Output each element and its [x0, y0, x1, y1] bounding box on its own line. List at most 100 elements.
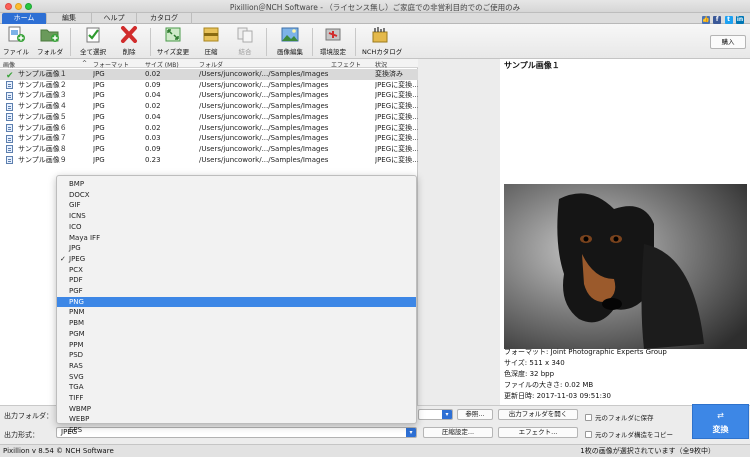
- format-option-docx[interactable]: DOCX: [57, 190, 416, 201]
- column-header-effect[interactable]: エフェクト: [331, 60, 361, 69]
- image-edit-button[interactable]: 画像編集: [273, 26, 307, 57]
- format-option-ppm[interactable]: PPM: [57, 340, 416, 351]
- format-option-jpg[interactable]: JPG: [57, 243, 416, 254]
- resize-icon: [163, 26, 183, 43]
- tab-help[interactable]: ヘルプ: [92, 13, 137, 24]
- format-dropdown-menu[interactable]: BMP DOCX GIF ICNS ICO Maya IFF JPG ✓ JPEG PCX PDF P…: [56, 175, 417, 434]
- status-selection: 1枚の画像が選択されています（全9枚中）: [580, 447, 715, 455]
- table-row[interactable]: サンプル画像２ JPG 0.09/Users/juncowork/.../Sampl…: [0, 80, 418, 91]
- table-row[interactable]: サンプル画像３ JPG 0.04/Users/juncowork/.../Sampl…: [0, 90, 418, 101]
- cell-size: 0.09: [145, 80, 161, 89]
- open-output-folder-button[interactable]: 出力フォルダを開く: [498, 409, 578, 420]
- status-bar: Pixillion v 8.54 © NCH Software 1枚の画像が選択…: [0, 444, 750, 457]
- tab-home[interactable]: ホーム: [2, 13, 47, 24]
- copy-folder-structure-checkbox[interactable]: 元のフォルダ構造をコピー: [585, 429, 673, 439]
- format-option-ras[interactable]: RAS: [57, 361, 416, 372]
- cell-folder: /Users/juncowork/.../Samples/Images: [199, 102, 329, 111]
- compress-button[interactable]: 圧縮: [198, 26, 224, 57]
- preview-file-size: ファイルの大きさ: 0.02 MB: [504, 381, 594, 389]
- toolbar-separator: [312, 28, 313, 56]
- twitter-icon[interactable]: t: [724, 16, 733, 24]
- tab-catalog[interactable]: カタログ: [137, 13, 192, 24]
- table-row[interactable]: サンプル画像４ JPG 0.02/Users/juncowork/.../Sampl…: [0, 101, 418, 112]
- format-option-gif[interactable]: GIF: [57, 200, 416, 211]
- settings-button[interactable]: 環境設定: [318, 26, 348, 57]
- convert-button[interactable]: ⇄ 変換: [692, 404, 749, 439]
- format-option-svg[interactable]: SVG: [57, 372, 416, 383]
- add-folder-button[interactable]: フォルダ: [36, 26, 64, 57]
- format-option-pcx[interactable]: PCX: [57, 265, 416, 276]
- cell-name: サンプル画像３: [18, 91, 67, 100]
- format-option-icns[interactable]: ICNS: [57, 211, 416, 222]
- cell-folder: /Users/juncowork/.../Samples/Images: [199, 80, 329, 89]
- cell-status: JPEGに変換…値: [375, 123, 418, 132]
- format-option-pgf[interactable]: PGF: [57, 286, 416, 297]
- select-all-button[interactable]: 全て選択: [78, 26, 108, 57]
- image-file-icon: [6, 113, 14, 122]
- format-option-eps[interactable]: EPS: [57, 425, 416, 436]
- column-header-format[interactable]: フォーマット: [93, 60, 129, 69]
- cell-folder: /Users/juncowork/.../Samples/Images: [199, 144, 329, 153]
- table-row[interactable]: サンプル画像６ JPG 0.02/Users/juncowork/.../Sampl…: [0, 123, 418, 134]
- format-option-png[interactable]: PNG: [57, 296, 416, 308]
- format-option-jpeg[interactable]: ✓ JPEG: [57, 254, 416, 265]
- title-bar: Pixillion＠NCH Software - （ライセンス無し）ご家庭での非…: [0, 0, 750, 13]
- status-version: Pixillion v 8.54 © NCH Software: [3, 447, 114, 455]
- add-file-button[interactable]: ファイル: [3, 26, 29, 57]
- cell-format: JPG: [93, 112, 105, 121]
- column-header-size[interactable]: サイズ (MB): [145, 60, 179, 69]
- chevron-down-icon: ▾: [442, 410, 452, 419]
- cell-size: 0.02: [145, 70, 161, 78]
- tab-edit[interactable]: 編集: [47, 13, 92, 24]
- toolbar: ファイル フォルダ 全て選択 削除 サイズ変更 圧縮 結合 画像編集 環境設定 …: [0, 24, 750, 59]
- format-option-psd[interactable]: PSD: [57, 350, 416, 361]
- format-option-pbm[interactable]: PBM: [57, 318, 416, 329]
- output-format-label: 出力形式：: [4, 431, 39, 439]
- column-header-folder[interactable]: フォルダ: [199, 60, 223, 69]
- format-option-ico[interactable]: ICO: [57, 222, 416, 233]
- delete-button[interactable]: 削除: [116, 26, 142, 57]
- linkedin-icon[interactable]: in: [736, 16, 744, 24]
- format-option-tga[interactable]: TGA: [57, 382, 416, 393]
- table-row[interactable]: サンプル画像７ JPG 0.03/Users/juncowork/.../Sampl…: [0, 133, 418, 144]
- cell-name: サンプル画像１: [18, 70, 67, 78]
- browse-button[interactable]: 参照...: [457, 409, 493, 420]
- table-row[interactable]: サンプル画像５ JPG 0.04/Users/juncowork/.../Sampl…: [0, 112, 418, 123]
- column-header-image[interactable]: 画像: [3, 60, 15, 69]
- cell-name: サンプル画像５: [18, 112, 67, 121]
- join-button[interactable]: 結合: [232, 26, 258, 57]
- selected-check-icon: ✓: [60, 254, 66, 263]
- table-row[interactable]: サンプル画像９ JPG 0.23/Users/juncowork/.../Sampl…: [0, 155, 418, 166]
- format-option-webp[interactable]: WEBP: [57, 414, 416, 425]
- compression-settings-button[interactable]: 圧縮設定...: [423, 427, 493, 438]
- format-option-pdf[interactable]: PDF: [57, 275, 416, 286]
- window-title: Pixillion＠NCH Software - （ライセンス無し）ご家庭での非…: [229, 3, 521, 12]
- preview-modified: 更新日時: 2017-11-03 09:51:30: [504, 392, 611, 400]
- resize-button[interactable]: サイズ変更: [156, 26, 190, 57]
- toolbar-separator: [150, 28, 151, 56]
- table-row[interactable]: ✔ サンプル画像１ JPG 0.02/Users/juncowork/.../Samp…: [0, 69, 418, 80]
- like-icon[interactable]: 👍: [701, 16, 710, 24]
- output-folder-input[interactable]: ▾: [418, 409, 453, 420]
- buy-button[interactable]: 購入: [710, 35, 746, 49]
- format-option-wbmp[interactable]: WBMP: [57, 404, 416, 415]
- cell-format: JPG: [93, 134, 105, 143]
- cell-format: JPG: [93, 91, 105, 100]
- ribbon-tabs: ホーム 編集 ヘルプ カタログ 👍 f t in: [0, 13, 750, 24]
- table-row[interactable]: サンプル画像８ JPG 0.09/Users/juncowork/.../Sampl…: [0, 144, 418, 155]
- folder-icon: [40, 26, 60, 43]
- facebook-icon[interactable]: f: [713, 16, 722, 24]
- save-to-original-checkbox[interactable]: 元のフォルダに保存: [585, 412, 654, 422]
- join-icon: [235, 26, 255, 43]
- effects-button[interactable]: エフェクト...: [498, 427, 578, 438]
- format-option-pnm[interactable]: PNM: [57, 307, 416, 318]
- checkbox-box: [585, 431, 592, 438]
- delete-x-icon: [119, 26, 139, 43]
- column-header-status[interactable]: 状況: [375, 60, 387, 69]
- format-option-bmp[interactable]: BMP: [57, 179, 416, 190]
- nch-catalog-button[interactable]: NCHカタログ: [362, 26, 402, 57]
- cell-name: サンプル画像８: [18, 144, 67, 153]
- format-option-maya-iff[interactable]: Maya IFF: [57, 233, 416, 244]
- format-option-tiff[interactable]: TIFF: [57, 393, 416, 404]
- format-option-pgm[interactable]: PGM: [57, 329, 416, 340]
